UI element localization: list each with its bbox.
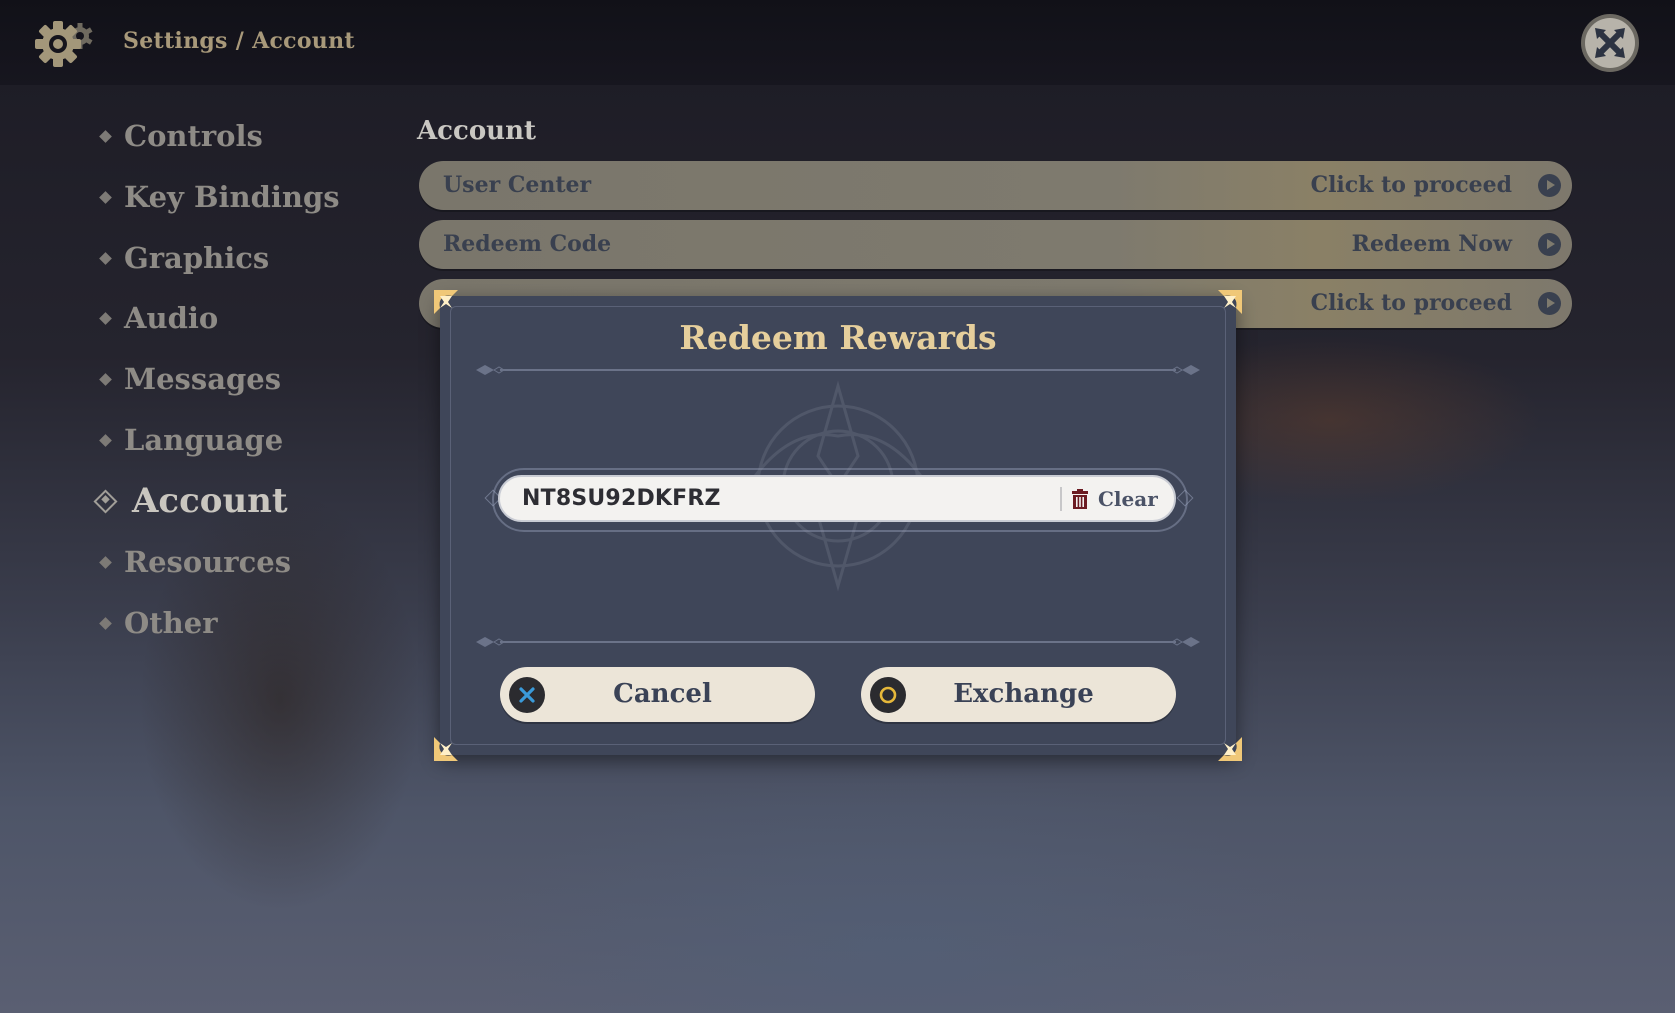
row-label: User Center [443,172,592,198]
row-redeem-code[interactable]: Redeem Code Redeem Now [419,220,1572,269]
dialog-title: Redeem Rewards [679,318,997,357]
row-action: Redeem Now [1351,231,1512,257]
sidebar-item-label: Controls [124,119,263,153]
corner-ornament-icon [1218,737,1242,761]
top-bar: Settings / Account [0,0,1675,85]
row-action: Click to proceed [1310,290,1512,316]
sidebar-item-messages[interactable]: Messages [95,359,281,399]
sidebar-item-other[interactable]: Other [95,603,217,643]
sidebar-item-resources[interactable]: Resources [95,542,291,582]
section-title: Account [417,116,536,146]
diamond-bullet-icon [99,372,112,386]
sidebar-item-controls[interactable]: Controls [95,116,263,156]
redeem-code-value: NT8SU92DKFRZ [522,486,721,511]
close-icon [1595,28,1625,58]
sidebar-item-label: Key Bindings [124,180,340,214]
sidebar-item-label: Account [132,481,288,521]
clear-label: Clear [1098,486,1158,511]
sidebar-item-label: Audio [124,301,219,335]
sidebar-item-label: Other [124,606,218,640]
sidebar-item-label: Messages [124,362,282,396]
sidebar-item-label: Resources [124,545,292,579]
input-separator [1060,487,1062,511]
cancel-label: Cancel [613,679,712,709]
arrow-right-icon [1538,233,1561,256]
sidebar-item-account[interactable]: Account [93,481,288,521]
sidebar-item-label: Language [124,423,284,457]
sidebar-item-label: Graphics [124,241,270,275]
diamond-bullet-icon [99,555,112,569]
clear-button[interactable]: Clear [1072,477,1158,520]
exchange-button[interactable]: Exchange [861,667,1176,722]
arrow-right-icon [1538,292,1561,315]
trash-icon [1072,488,1088,509]
breadcrumb-settings[interactable]: Settings [123,28,228,54]
sidebar-item-audio[interactable]: Audio [95,298,218,338]
breadcrumb-separator: / [235,28,245,54]
sidebar-item-language[interactable]: Language [95,420,283,460]
row-action: Click to proceed [1310,172,1512,198]
diamond-bullet-icon [99,616,112,630]
diamond-bullet-icon [99,251,112,265]
close-button[interactable] [1585,18,1635,68]
arrow-right-icon [1538,174,1561,197]
row-label: Redeem Code [443,231,612,257]
sidebar-item-key-bindings[interactable]: Key Bindings [95,177,340,217]
diamond-bullet-icon [99,311,112,325]
diamond-bullet-icon [99,129,112,143]
breadcrumb: Settings / Account [123,28,355,54]
redeem-code-input[interactable]: NT8SU92DKFRZ Clear [498,475,1176,522]
diamond-bullet-icon [99,433,112,447]
cancel-button[interactable]: Cancel [500,667,815,722]
corner-ornament-icon [1218,290,1242,314]
active-diamond-icon [93,488,118,514]
ornament-divider-top [476,365,1200,375]
sidebar-item-graphics[interactable]: Graphics [95,238,269,278]
row-user-center[interactable]: User Center Click to proceed [419,161,1572,210]
gear-icon [35,21,93,67]
redeem-rewards-dialog: Redeem Rewards NT8SU92DKFRZ Clear Cancel… [440,296,1236,755]
ornament-divider-bottom [476,637,1200,647]
breadcrumb-account: Account [252,28,355,54]
diamond-bullet-icon [99,190,112,204]
corner-ornament-icon [434,290,458,314]
exchange-label: Exchange [953,679,1094,709]
corner-ornament-icon [434,737,458,761]
